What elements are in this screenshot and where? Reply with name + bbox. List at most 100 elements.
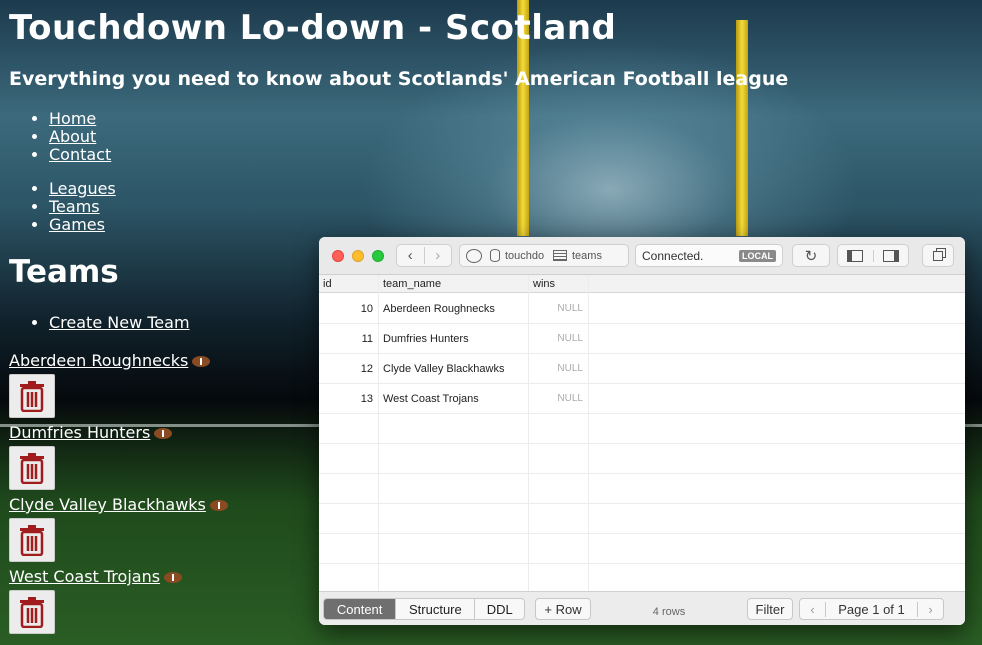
window-titlebar[interactable]: ‹ › touchdo teams Connected. LOCAL ↻ [319, 237, 965, 275]
cell-id: 12 [360, 363, 373, 375]
column-header-team-name[interactable]: team_name [383, 278, 441, 290]
history-nav: ‹ › [396, 244, 452, 267]
copy-window-icon [933, 250, 943, 261]
cell-team-name: Dumfries Hunters [383, 333, 469, 345]
table-row[interactable]: 10 Aberdeen Roughnecks NULL [319, 294, 965, 324]
cell-wins: NULL [557, 333, 583, 344]
database-name: touchdo [505, 249, 545, 262]
create-team-link[interactable]: Create New Team [49, 313, 190, 332]
pagination: ‹ Page 1 of 1 › [799, 598, 944, 620]
status-text: Connected. [642, 248, 704, 263]
delete-team-button[interactable] [9, 590, 55, 634]
zoom-icon[interactable] [372, 250, 384, 262]
cell-wins: NULL [557, 393, 583, 404]
trash-icon [20, 525, 44, 556]
back-icon[interactable]: ‹ [397, 247, 425, 264]
trash-icon [20, 597, 44, 628]
team-link[interactable]: Dumfries Hunters [9, 423, 173, 442]
goal-post-right [736, 20, 748, 236]
row-count: 4 rows [652, 606, 686, 618]
refresh-icon: ↻ [804, 247, 818, 265]
new-window-button[interactable] [922, 244, 954, 267]
cell-id: 10 [360, 303, 373, 315]
grid-header: id team_name wins [319, 275, 965, 293]
cell-team-name: West Coast Trojans [383, 393, 479, 405]
filter-button[interactable]: Filter [747, 598, 793, 620]
nav-item-games: Games [49, 216, 116, 234]
football-icon [154, 428, 173, 439]
nav-link-contact[interactable]: Contact [49, 145, 111, 164]
team-link[interactable]: Clyde Valley Blackhawks [9, 495, 228, 514]
window-footer: Content Structure DDL + Row 4 rows Filte… [319, 591, 965, 625]
team-name: Dumfries Hunters [9, 423, 151, 442]
trash-icon [20, 453, 44, 484]
data-nav: Leagues Teams Games [29, 180, 116, 234]
nav-link-leagues[interactable]: Leagues [49, 179, 116, 198]
connection-breadcrumb[interactable]: touchdo teams [459, 244, 629, 267]
postgres-elephant-icon [466, 248, 482, 263]
table-row[interactable]: 11 Dumfries Hunters NULL [319, 324, 965, 354]
table-row[interactable]: 12 Clyde Valley Blackhawks NULL [319, 354, 965, 384]
nav-link-games[interactable]: Games [49, 215, 105, 234]
nav-item-teams: Teams [49, 198, 116, 216]
tab-ddl[interactable]: DDL [474, 599, 524, 619]
page-title: Touchdown Lo-down - Scotland [9, 8, 617, 48]
local-badge: LOCAL [739, 249, 776, 262]
database-icon [490, 249, 500, 262]
panel-toggles [837, 244, 909, 267]
page-subtitle: Everything you need to know about Scotla… [9, 68, 789, 90]
close-icon[interactable] [332, 250, 344, 262]
next-page-icon[interactable]: › [917, 601, 943, 617]
trash-icon [20, 381, 44, 412]
empty-row [319, 504, 965, 534]
column-header-id[interactable]: id [323, 278, 332, 290]
nav-item-about: About [49, 128, 111, 146]
view-tabs: Content Structure DDL [323, 598, 525, 620]
create-item: Create New Team [49, 313, 190, 332]
empty-row [319, 444, 965, 474]
football-icon [192, 356, 211, 367]
cell-team-name: Clyde Valley Blackhawks [383, 363, 505, 375]
delete-team-button[interactable] [9, 446, 55, 490]
team-link[interactable]: West Coast Trojans [9, 567, 183, 586]
tab-content[interactable]: Content [324, 599, 396, 619]
table-row[interactable]: 13 West Coast Trojans NULL [319, 384, 965, 414]
tab-structure[interactable]: Structure [395, 599, 474, 619]
team-link[interactable]: Aberdeen Roughnecks [9, 351, 211, 370]
refresh-button[interactable]: ↻ [792, 244, 830, 267]
empty-row [319, 534, 965, 564]
table-name: teams [572, 249, 602, 262]
minimize-icon[interactable] [352, 250, 364, 262]
page-indicator: Page 1 of 1 [838, 601, 905, 617]
db-client-window: ‹ › touchdo teams Connected. LOCAL ↻ id … [319, 237, 965, 625]
team-name: Clyde Valley Blackhawks [9, 495, 206, 514]
team-name: Aberdeen Roughnecks [9, 351, 189, 370]
section-title: Teams [9, 254, 119, 290]
football-icon [209, 500, 228, 511]
cell-team-name: Aberdeen Roughnecks [383, 303, 495, 315]
delete-team-button[interactable] [9, 518, 55, 562]
nav-item-contact: Contact [49, 146, 111, 164]
add-row-button[interactable]: + Row [535, 598, 591, 620]
nav-item-leagues: Leagues [49, 180, 116, 198]
nav-link-about[interactable]: About [49, 127, 96, 146]
left-sidebar-toggle-icon[interactable] [838, 249, 874, 262]
football-icon [164, 572, 183, 583]
column-header-wins[interactable]: wins [533, 278, 555, 290]
nav-item-home: Home [49, 110, 111, 128]
cell-id: 13 [360, 393, 373, 405]
main-nav: Home About Contact [29, 110, 111, 164]
table-icon [553, 250, 567, 261]
create-list: Create New Team [29, 313, 190, 332]
delete-team-button[interactable] [9, 374, 55, 418]
cell-wins: NULL [557, 303, 583, 314]
prev-page-icon[interactable]: ‹ [800, 601, 826, 617]
connection-status: Connected. LOCAL [635, 244, 783, 267]
right-sidebar-toggle-icon[interactable] [874, 249, 909, 262]
empty-row [319, 474, 965, 504]
cell-id: 11 [361, 333, 373, 345]
nav-link-teams[interactable]: Teams [49, 197, 100, 216]
nav-link-home[interactable]: Home [49, 109, 96, 128]
forward-icon[interactable]: › [425, 247, 452, 264]
team-name: West Coast Trojans [9, 567, 161, 586]
